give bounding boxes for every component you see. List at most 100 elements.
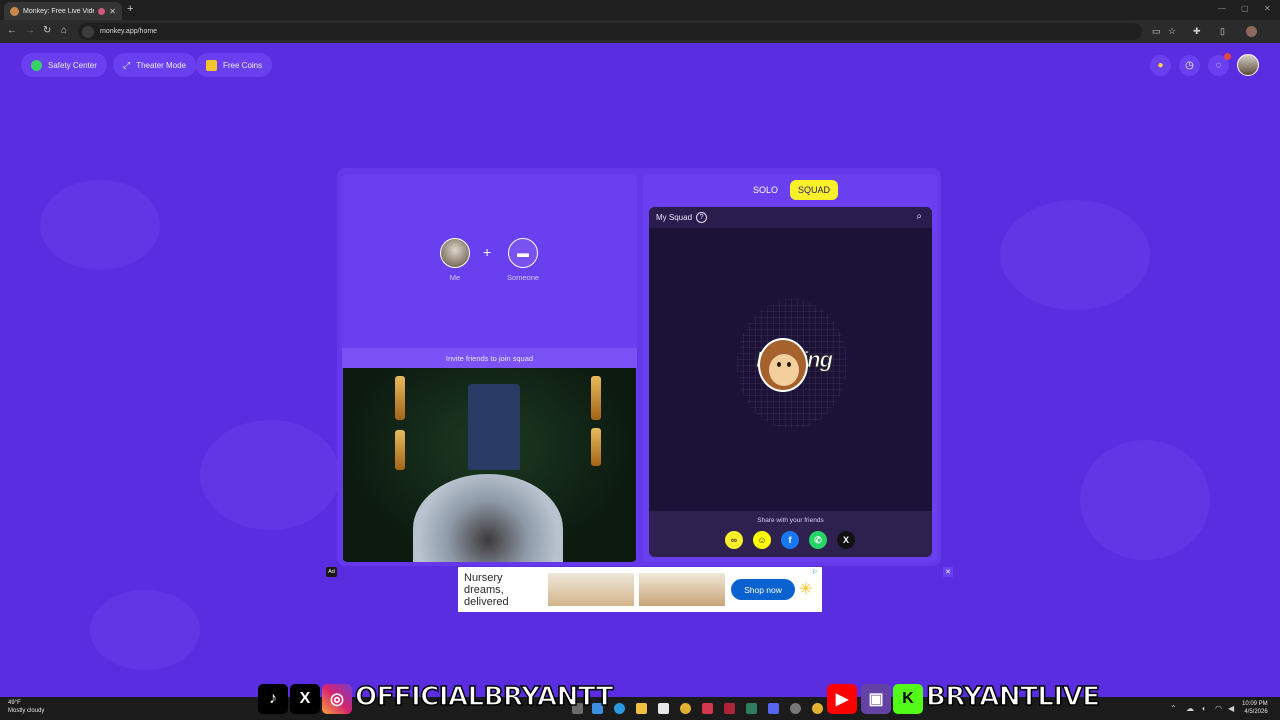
ad-headline: Nursery dreams, delivered (464, 572, 509, 608)
ad-banner[interactable]: Nursery dreams, delivered Shop now ✳ ▷ (458, 567, 822, 612)
extensions-icon[interactable]: ✚ (1193, 26, 1201, 37)
someone-avatar[interactable]: ▬ (508, 238, 538, 268)
close-window-icon[interactable]: ✕ (1264, 4, 1271, 13)
taskbar-app-icon[interactable] (658, 703, 669, 714)
ad-tag: Ad (326, 567, 337, 577)
omnibox[interactable]: monkey.app/home (78, 23, 1142, 40)
mic-icon[interactable]: ◖ (1201, 704, 1206, 713)
home-icon[interactable]: ⌂ (61, 25, 67, 36)
forward-icon[interactable]: → (25, 25, 35, 36)
taskbar-clock[interactable]: 10:09 PM 4/5/2026 (1242, 700, 1268, 716)
clock-icon: ◷ (1185, 60, 1194, 71)
background-blob (200, 420, 340, 530)
couch-icon: ▬ (517, 246, 529, 260)
search-icon[interactable]: ⌕ (916, 211, 922, 222)
tiktok-icon: ♪ (258, 684, 288, 714)
share-text: Share with your friends (757, 517, 824, 524)
youtube-icon: ▶ (827, 684, 857, 714)
squad-lobby-panel: Me + ▬ Someone Invite friends to join sq… (342, 174, 637, 562)
cast-icon[interactable]: ▭ (1152, 26, 1161, 37)
maximize-icon[interactable]: ▢ (1241, 4, 1249, 13)
share-bar: Share with your friends ∞ ☺ f ✆ X (649, 511, 932, 557)
me-avatar[interactable] (440, 238, 470, 268)
overlay-handle-right: BRYANTLIVE (925, 681, 1100, 713)
squad-tab[interactable]: SQUAD (790, 180, 839, 200)
lightbulb-icon: ● (1157, 60, 1164, 71)
plus-icon: + (483, 244, 492, 260)
whatsapp-icon[interactable]: ✆ (809, 531, 827, 549)
new-tab-icon[interactable]: + (127, 3, 133, 15)
bookmark-star-icon[interactable]: ☆ (1168, 26, 1176, 37)
monkey-eye (777, 362, 781, 367)
sad-monkey-icon (758, 338, 808, 392)
background-blob (1080, 440, 1210, 560)
x-logo-icon: X (290, 684, 320, 714)
wall-light (591, 428, 601, 466)
user-avatar[interactable] (1237, 54, 1259, 76)
taskbar-app-icon[interactable] (724, 703, 735, 714)
browser-tab-bar: Monkey: Free Live Video Ch ✕ + — ▢ ✕ (0, 0, 1280, 20)
x-icon[interactable]: X (837, 531, 855, 549)
weather-widget[interactable]: 49°F Mostly cloudy (8, 699, 44, 715)
background-blob (1000, 200, 1150, 310)
browser-profile-icon[interactable] (1246, 26, 1257, 37)
reload-icon[interactable]: ↻ (43, 25, 51, 36)
mode-toggle: SOLO SQUAD (745, 180, 839, 200)
wifi-icon[interactable]: ◠ (1215, 704, 1222, 713)
coin-icon (206, 59, 217, 71)
link-icon[interactable]: ∞ (725, 531, 743, 549)
wall-light (395, 430, 405, 470)
twitch-icon: ▣ (861, 684, 891, 714)
shop-now-button[interactable]: Shop now (731, 579, 795, 600)
facebook-icon[interactable]: f (781, 531, 799, 549)
ad-image-elephant (548, 573, 634, 606)
volume-icon[interactable]: ◀ (1228, 704, 1234, 713)
clock-date: 4/5/2026 (1244, 709, 1268, 715)
ad-close-icon[interactable]: ✕ (943, 567, 953, 577)
discord-icon[interactable] (768, 703, 779, 714)
minimize-icon[interactable]: — (1218, 4, 1226, 13)
chrome-icon[interactable] (812, 703, 823, 714)
edge-icon[interactable] (614, 703, 625, 714)
my-squad-title: My Squad (656, 213, 693, 222)
onedrive-icon[interactable]: ☁ (1186, 704, 1194, 713)
my-squad-header: My Squad ? ⌕ (649, 207, 932, 228)
notification-badge (1224, 53, 1231, 60)
help-icon[interactable]: ? (696, 212, 708, 223)
invite-friends-bar[interactable]: Invite friends to join squad (342, 348, 637, 368)
walmart-spark-icon: ✳ (799, 581, 813, 598)
taskbar-app-icon[interactable] (746, 703, 757, 714)
expand-icon: ⤢ (123, 59, 131, 70)
monkey-eye (787, 362, 791, 367)
history-button[interactable]: ◷ (1179, 55, 1200, 76)
safety-center-button[interactable]: Safety Center (21, 53, 107, 77)
squad-members-row: Me + ▬ Someone (342, 238, 637, 288)
solo-tab[interactable]: SOLO (745, 180, 786, 200)
bulb-button[interactable]: ● (1150, 55, 1171, 76)
file-explorer-icon[interactable] (636, 703, 647, 714)
tab-title: Monkey: Free Live Video Ch (23, 7, 94, 15)
address-bar-row: ← → ↻ ⌂ monkey.app/home ▭ ☆ ✚ ▯ (0, 20, 1280, 43)
back-icon[interactable]: ← (7, 25, 17, 36)
recording-icon (98, 7, 106, 15)
chrome-icon[interactable] (680, 703, 691, 714)
sidebar-icon[interactable]: ▯ (1220, 26, 1225, 37)
weather-temp: 49°F (8, 700, 21, 706)
snapchat-icon[interactable]: ☺ (753, 531, 771, 549)
monkey-favicon-icon (10, 6, 19, 16)
site-info-icon[interactable] (82, 25, 94, 38)
someone-label: Someone (506, 273, 540, 282)
jersey-on-wall (468, 384, 520, 470)
instagram-icon: ◎ (322, 684, 352, 714)
browser-tab[interactable]: Monkey: Free Live Video Ch ✕ (4, 2, 122, 20)
taskbar-app-icon[interactable] (790, 703, 801, 714)
ad-image-bench (639, 573, 725, 606)
clock-time: 10:09 PM (1242, 701, 1268, 707)
tray-chevron-icon[interactable]: ⌃ (1170, 704, 1177, 713)
ad-choices-icon[interactable]: ▷ (813, 568, 818, 575)
theater-mode-button[interactable]: ⤢ Theater Mode (113, 53, 197, 77)
taskbar-app-icon[interactable] (702, 703, 713, 714)
close-tab-icon[interactable]: ✕ (109, 7, 116, 16)
free-coins-button[interactable]: Free Coins (196, 53, 273, 77)
background-blob (40, 180, 160, 270)
